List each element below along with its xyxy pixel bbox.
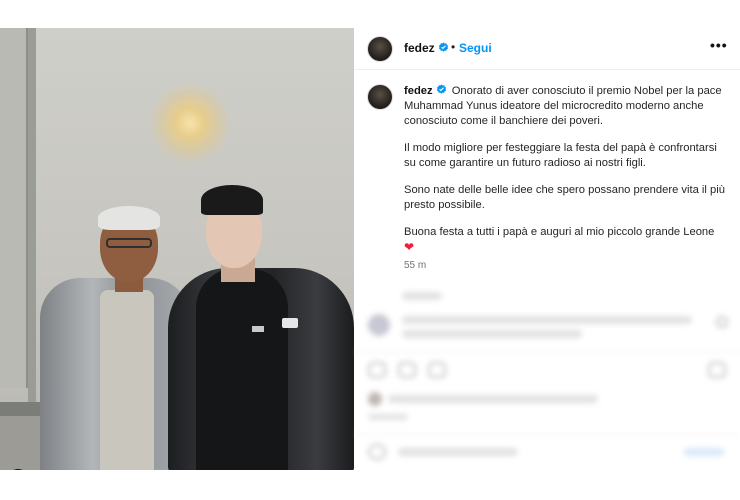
blurred-avatar — [368, 392, 382, 406]
person-left-hair — [98, 206, 160, 230]
caption-paragraph-4: Buona festa a tutti i papà e auguri al m… — [404, 225, 726, 256]
caption-text-4: Buona festa a tutti i papà e auguri al m… — [404, 226, 715, 238]
caption-avatar[interactable] — [367, 84, 393, 110]
caption-text-1: Onorato di aver conosciuto il premio Nob… — [404, 85, 722, 127]
blurred-save-icon — [708, 362, 726, 378]
avatar[interactable] — [367, 36, 393, 62]
wall-pillar — [28, 28, 36, 403]
blurred-share-icon — [428, 362, 446, 378]
window-frame — [0, 28, 30, 388]
blurred-comment-input — [398, 448, 518, 456]
post-side-panel: fedez • Segui ••• fedez Onorato di aver … — [354, 28, 740, 470]
blurred-comment — [402, 330, 582, 338]
more-options-icon[interactable]: ••• — [710, 37, 728, 53]
heart-emoji-icon: ❤ — [404, 240, 415, 254]
blurred-likes — [388, 395, 598, 403]
blurred-like-icon — [716, 316, 728, 328]
blurred-comments-area — [354, 278, 740, 470]
blurred-heart-icon — [368, 362, 386, 378]
follow-button[interactable]: Segui — [459, 41, 492, 55]
header-username[interactable]: fedez — [404, 41, 449, 55]
divider — [354, 352, 740, 353]
person-right-cap — [201, 185, 263, 215]
blurred-text — [402, 292, 442, 300]
divider — [354, 434, 740, 435]
blurred-emoji-icon — [368, 444, 386, 460]
caption-username-text[interactable]: fedez — [404, 85, 433, 97]
blurred-time — [368, 414, 408, 420]
verified-badge-icon — [438, 42, 448, 52]
blurred-comment-icon — [398, 362, 416, 378]
post-timestamp[interactable]: 55 m — [404, 260, 728, 271]
jacket-logo — [282, 318, 298, 328]
hoodie-badge — [252, 326, 264, 332]
caption-text-3: Sono nate delle belle idee che spero pos… — [404, 184, 725, 211]
caption-username[interactable]: fedez — [404, 84, 447, 97]
person-left-shirt — [100, 290, 154, 470]
caption-body: fedez Onorato di aver conosciuto il prem… — [404, 84, 726, 256]
wall-lamp — [150, 83, 230, 163]
caption-paragraph: fedez Onorato di aver conosciuto il prem… — [404, 84, 726, 129]
verified-badge-icon — [436, 84, 446, 94]
person-left-glasses — [106, 238, 152, 248]
caption-text-2: Il modo migliore per festeggiare la fest… — [404, 142, 717, 169]
post-header: fedez • Segui ••• — [354, 28, 740, 70]
separator-dot: • — [451, 40, 456, 54]
blurred-comment — [402, 316, 692, 324]
post-caption: fedez Onorato di aver conosciuto il prem… — [354, 70, 740, 271]
post-photo[interactable] — [0, 28, 354, 470]
blurred-avatar — [368, 314, 390, 336]
username-text[interactable]: fedez — [404, 41, 435, 55]
person-right-hoodie — [196, 268, 288, 470]
blurred-post-button — [684, 448, 724, 456]
